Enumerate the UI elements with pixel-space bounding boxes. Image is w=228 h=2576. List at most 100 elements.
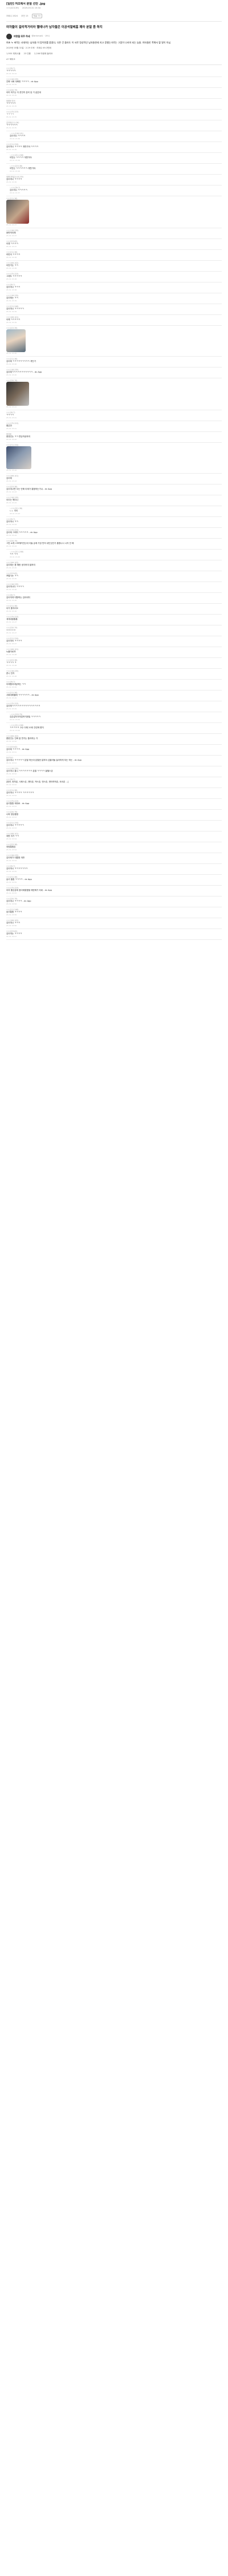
comment-date: 05.31 15:56 (6, 914, 17, 916)
comment-date: 05.31 15:43 (6, 480, 17, 483)
comment-date: 05.31 15:52 (6, 794, 17, 797)
dccon-sticker-image (6, 382, 29, 406)
comment-author[interactable]: ㅇㅇ(223.39) (6, 327, 222, 330)
comment-date: 05.31 15:35 (6, 94, 17, 97)
bookmark-count: 47 북마크 (6, 58, 15, 60)
like-count: 2,206 마음에 들어요 (34, 53, 53, 55)
comment-date: 05.31 15:47 (6, 643, 17, 645)
comment-item: ㅇㅇ(175.223) 김이테ㅋㅋㅋㅋㅋㅋㅋㅋㅋㅋㅋㅋㅋㅋㅋ 05.31 15:49 (6, 701, 222, 712)
comment-author[interactable]: ㅇㅇ(220.79) (6, 379, 222, 382)
comments-badge[interactable]: 댓글 70 (31, 14, 42, 18)
quote-count: 23 인용 (23, 53, 31, 55)
comment-item: ㅇㅇ(223.38) ㅋㅋㅋㅋ ㅋ 05.31 15:48 (6, 658, 222, 669)
tweet-divider (6, 64, 222, 65)
comment-date: 05.31 15:44 (6, 523, 17, 526)
reply-comment: ㅇㅇ(211.246)ㅋㅋ ㅋㅋ05.31 15:45 (6, 550, 222, 560)
dccon-sticker-image (6, 329, 26, 353)
comment-date: 05.31 15:39 (6, 310, 17, 313)
comment-date: 05.31 15:53 (6, 816, 17, 819)
comment-date: 05.31 15:41 (6, 427, 17, 430)
dccon-sticker-image (6, 446, 31, 470)
comment-date: 05.31 15:42 (6, 469, 17, 472)
comment-date: 05.31 15:38 (6, 267, 17, 270)
comment-date: 05.31 15:45 (10, 556, 21, 559)
comment-date: 05.31 15:48 (6, 664, 17, 667)
comment-date: 05.31 15:36 (6, 181, 17, 184)
comment-item: ㅇㅇ(39.7) 김이여나 ㅋㅋㅋㅋㅋㅋㅋ 05.31 15:55 (6, 864, 222, 875)
comment-date: 05.31 15:39 (6, 300, 17, 302)
comment-item: ㅇㅇ(223.62) 이젠 ㅋㅋㅋㅋ 05.31 15:37 (6, 239, 222, 250)
comment-item: ㅇㅇ(211.36) 라란이 ㅋㅋㅋㅋ 05.31 15:38 (6, 250, 222, 261)
comment-item: ㅇㅇ(211.234) 김이여나 ㅋㅋㅋㅋㅋ 05.31 15:53 (6, 821, 222, 831)
post-title[interactable]: [일반] 여초에서 분열 선언 .jpg (6, 2, 222, 6)
comment-item: 정명한 부극 ㅋㅋㅋㅋㅋ 05.31 15:35 (6, 99, 222, 110)
comment-date: 05.31 15:37 (10, 192, 21, 195)
comment-item: ㅇㅇ(39.7) ㅋㅋㅋㅋ 05.31 15:41 (6, 410, 222, 421)
comment-date: 05.31 15:38 (6, 289, 17, 292)
tweet-capture: 여자들이 걸리적거리라 헬테나카 남자들은 이공석열베홈 꽤라 분열 좀 하지 … (0, 23, 228, 63)
comment-item: ㅇㅇ(211.36) 김이테 ㅋㅋㅋㅋㅋㅋㅋㅋㅋ 개인가 05.31 15:40 (6, 357, 222, 368)
comment-date: 05.31 15:50 (10, 729, 21, 732)
post-page: [일반] 여초에서 분열 선언 .jpg ㅇㅇ(223.39) 2025.05.… (0, 0, 228, 2576)
comment-date: 05.31 15:36 (10, 159, 21, 162)
comment-date: 05.31 15:54 (6, 838, 17, 841)
comment-item: ㅇㅇ(106.101) 김이테 05.31 15:43 (6, 474, 222, 484)
comment-item: ㅇㅇ(211.246) 남녀통합 ㅋㅋㅋㅋ 05.31 15:56 (6, 907, 222, 918)
reply-comment: ㅇㅇ(39.7)김이여나 ㅋㅋㅋㅋㅋ05.31 15:37 (6, 185, 222, 196)
comment-item: ㅇㅇ(106.102) 김이여나 ㅋㅋㅋ 05.31 15:56 (6, 918, 222, 929)
comment-item: ㅇㅇ(106.101) 이해 ㅋㅋㅋㅋㅋ 05.31 15:39 (6, 315, 222, 326)
comment-item: ㅇㅇ(106.102) 김이테는 좀 해한 생각하여 발하여 05.31 15:45 (6, 560, 222, 571)
post-author[interactable]: ㅇㅇ(223.39) (6, 6, 19, 10)
comment-date: 05.31 15:34 (6, 72, 17, 75)
comment-item: ㅇㅇ(118.235) 김이테가 대통합 개판 05.31 15:54 (6, 853, 222, 864)
comment-item: ㅇㅇ(39.7) [중년, 헌타온, 사회스온, 엔타존, 엑스존, 엔스존, 엔… (6, 777, 222, 788)
tweet-author-name: 여명월 뒤주 하네 (14, 34, 30, 38)
comment-item: ㅇㅇ(220.79) 05.31 15:41 (6, 378, 222, 410)
comment-date: 05.31 15:56 (6, 924, 17, 927)
comment-author[interactable]: ㅇㅇ(211.234) (6, 444, 222, 447)
comment-date: 05.31 15:46 (6, 588, 17, 591)
comment-item: ㅇㅇ(211.36) 05.31 15:37 (6, 196, 222, 228)
comment-item: ㅇㅇ(118.235) 준니 전차 05.31 15:48 (6, 669, 222, 680)
comment-item: ㅇㅇ(39.7) 이제품이대답하는 ㅋㅋ 05.31 15:49 (6, 680, 222, 691)
comment-date: 05.31 15:43 (10, 512, 21, 515)
reply-comment: ㅇㅇ(211.246)이번는 ㅋㅋㅋㅋ 개판가야05.31 15:36 (6, 153, 222, 164)
comment-item: ㅇㅇ(39.7) ㅋㅋㅋㅋㅋ 05.31 15:34 (6, 66, 222, 77)
repost-count: 1,955 재게시물 (6, 53, 21, 55)
comment-date: 05.31 15:36 (10, 170, 21, 173)
comment-author[interactable]: ㅇㅇ(211.36) (6, 197, 222, 200)
comment-item: ㅇㅇ(211.246) 김이여나 ㅋㅋㅋㅋㅋ 05.31 15:39 (6, 304, 222, 315)
comment-item: ㅇㅇ(223.62) 김이테 ㅋㅋㅋㅋ - dc App 05.31 15:51 (6, 745, 222, 756)
comment-date: 05.31 15:48 (6, 653, 17, 656)
comment-item: ㅇㅇ(220.79) 김이여나 ㅋㅋㅋㅋ - dc App 05.31 15:56 (6, 897, 222, 907)
comment-list: ㅇㅇ(39.7) ㅋㅋㅋㅋㅋ 05.31 15:34 ㅇㅇ(118.235) 진짜 사회… (0, 66, 228, 940)
comment-date: 05.31 15:52 (6, 773, 17, 776)
comment-date: 05.31 15:52 (6, 784, 17, 786)
avatar (6, 33, 12, 39)
comment-date: 05.31 15:38 (6, 278, 17, 281)
comment-item: ㅇㅇ(175.223) 그래도 ㅋㅋㅋㅋㅋ 05.31 15:38 (6, 272, 222, 282)
comment-date: 05.31 15:40 (6, 374, 17, 377)
comment-date: 05.31 15:40 (6, 363, 17, 366)
comment-date: 05.31 15:47 (6, 621, 17, 624)
comment-date: 05.31 15:41 (6, 417, 17, 419)
tweet-date: 2025년 05월 31일 · 2:29 오후 · 조회수 69.3만회 (6, 47, 51, 49)
comment-date: 05.31 15:45 (6, 578, 17, 580)
comment-item: ㅇㅇ(223.38) 김이여나면 오는 안해 이제가 통합하는거냐 - dc Ap… (6, 484, 222, 495)
post-stats: 조회수 2824 추천 15 댓글 70 (6, 10, 222, 18)
comment-date: 05.31 15:35 (6, 127, 17, 130)
comment-date: 05.31 15:48 (6, 675, 17, 678)
post-date: 2025.05.31 15:34 (22, 7, 41, 9)
comment-item: ㅇㅇ(118.235) 김이여나 통시 ㅋㅋㅋㅋㅋㅋㅋ 분열 ㅋㅋㅋㅋ 꿀헐스온 0… (6, 766, 222, 777)
views-count: 조회수 2824 (6, 15, 18, 17)
comment-date: 05.31 15:44 (6, 545, 17, 548)
comment-date: 05.31 15:57 (6, 935, 17, 938)
header-divider (6, 21, 222, 22)
comment-item: ㅇㅇ(175.223) ㄱㄱㄱㄱ 05.31 15:35 (6, 110, 222, 120)
comment-item: ㅇㅇ(106.102) 이런거는 ㅋㅋ 05.31 15:38 (6, 261, 222, 272)
tweet-quote: 여자들이 걸리적거리라 헬테나카 남자들은 이공석열베홈 꽤라 분열 좀 하지 (6, 25, 103, 29)
comment-date: 05.31 15:49 (6, 708, 17, 710)
comment-date: 05.31 15:43 (6, 502, 17, 504)
comment-item: ㅇㅇ(220.79) 나와 정당통합 05.31 15:53 (6, 810, 222, 821)
comment-date: 05.31 15:53 (6, 805, 17, 808)
